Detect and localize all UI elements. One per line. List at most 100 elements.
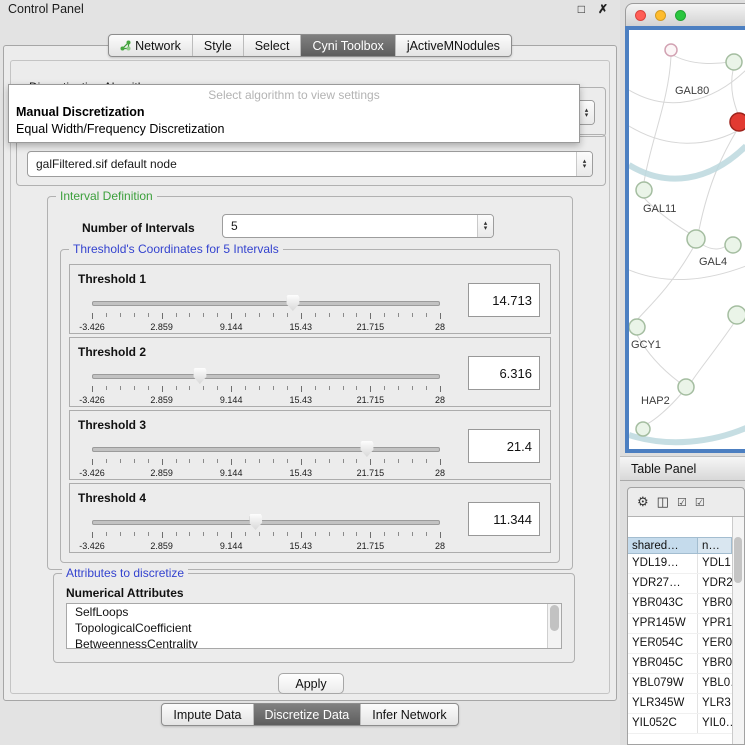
threshold-value-field[interactable]: 21.4 (468, 429, 540, 463)
algorithm-option[interactable]: Equal Width/Frequency Discretization (9, 121, 579, 138)
network-node-label: GAL4 (699, 256, 727, 268)
network-node[interactable] (725, 237, 741, 253)
network-node-label: GCY1 (631, 339, 661, 351)
tab-network[interactable]: Network (109, 35, 192, 56)
network-canvas[interactable]: GAL80GAL11GAL4GCY1HAP2 (629, 30, 745, 449)
select-columns-icon[interactable]: ☑ (695, 496, 705, 509)
threshold-value-field[interactable]: 14.713 (468, 283, 540, 317)
algorithm-option[interactable]: Manual Discretization (9, 104, 579, 121)
network-node[interactable] (726, 54, 742, 70)
threshold-panel: Threshold 1 -3.4262.8599.14415.4321.7152… (69, 264, 551, 334)
close-traffic-light[interactable] (635, 10, 646, 21)
close-icon[interactable]: ✗ (598, 2, 608, 16)
tab-label: Select (255, 39, 290, 53)
attribute-list-item[interactable]: TopologicalCoefficient (67, 620, 561, 636)
network-node[interactable] (728, 306, 745, 324)
slider-handle[interactable] (286, 295, 299, 311)
table-cell: YBR0… (698, 594, 732, 613)
slider-track[interactable] (92, 301, 440, 306)
slider-tick-labels: -3.4262.8599.14415.4321.71528 (92, 541, 440, 551)
network-node-label: GAL80 (675, 85, 709, 97)
network-node[interactable] (678, 379, 694, 395)
numerical-attributes-list[interactable]: SelfLoopsTopologicalCoefficientBetweenne… (66, 603, 562, 649)
threshold-value-field[interactable]: 11.344 (468, 502, 540, 536)
tab-infer-network[interactable]: Infer Network (360, 704, 457, 725)
network-edge (644, 56, 671, 182)
slider-handle[interactable] (249, 514, 262, 530)
attributes-scrollbar-thumb[interactable] (550, 605, 559, 631)
threshold-panel: Threshold 3 -3.4262.8599.14415.4321.7152… (69, 410, 551, 480)
apply-button[interactable]: Apply (278, 673, 344, 694)
algorithm-options: Manual DiscretizationEqual Width/Frequen… (9, 104, 579, 138)
combo-value: galFiltered.sif default node (36, 157, 576, 171)
network-node[interactable] (636, 422, 650, 436)
select-all-columns-icon[interactable]: ☑ (677, 496, 687, 509)
slider-handle[interactable] (360, 441, 373, 457)
slider-tick-labels: -3.4262.8599.14415.4321.71528 (92, 395, 440, 405)
table-row[interactable]: YBR045CYBR0… (628, 654, 732, 674)
columns-icon[interactable]: ◫ (657, 494, 669, 510)
network-node[interactable] (730, 113, 745, 131)
tab-select[interactable]: Select (243, 35, 301, 56)
control-panel-titlebar: Control Panel □ ✗ (0, 0, 618, 18)
combo-value: 5 (231, 219, 477, 233)
minimize-traffic-light[interactable] (655, 10, 666, 21)
table-row[interactable]: YBL079WYBL0… (628, 674, 732, 694)
undock-icon[interactable]: □ (578, 2, 585, 16)
network-node[interactable] (629, 319, 645, 335)
network-node[interactable] (665, 44, 677, 56)
table-panel-window: ⚙◫☑☑ shared…n… YDL19…YDL1…YDR27…YDR2…YBR… (627, 487, 745, 745)
network-node-label: GAL11 (643, 203, 676, 215)
slider-ticks (92, 386, 440, 393)
table-row[interactable]: YIL052CYIL0… (628, 714, 732, 734)
combo-spinner-icon[interactable]: ▴▾ (477, 215, 493, 237)
attributes-scrollbar[interactable] (547, 604, 561, 648)
gear-icon[interactable]: ⚙ (637, 494, 649, 510)
number-of-intervals-combobox[interactable]: 5 ▴▾ (222, 214, 494, 238)
table-row[interactable]: YPR145WYPR1… (628, 614, 732, 634)
column-header[interactable]: shared… (628, 537, 698, 554)
slider-handle[interactable] (193, 368, 206, 384)
slider-ticks (92, 459, 440, 466)
threshold-label: Threshold 4 (78, 491, 146, 505)
panel-title: Control Panel (8, 2, 84, 16)
top-tab-row: NetworkStyle Select Cyni ToolboxjActiveMNo… (0, 34, 620, 57)
network-edge (703, 245, 726, 249)
threshold-slider[interactable]: -3.4262.8599.14415.4321.71528 (92, 441, 440, 479)
table-data-combobox[interactable]: galFiltered.sif default node ▴▾ (27, 151, 593, 177)
tab-style[interactable]: Style (192, 35, 243, 56)
table-scrollbar[interactable] (732, 517, 744, 744)
zoom-traffic-light[interactable] (675, 10, 686, 21)
threshold-slider[interactable]: -3.4262.8599.14415.4321.71528 (92, 295, 440, 333)
slider-track[interactable] (92, 520, 440, 525)
application-window: Control Panel □ ✗ NetworkStyle Select Cyni… (0, 0, 745, 745)
table-cell: YDL19… (628, 554, 698, 573)
network-edge (671, 54, 729, 64)
threshold-slider[interactable]: -3.4262.8599.14415.4321.71528 (92, 368, 440, 406)
slider-track[interactable] (92, 447, 440, 452)
table-row[interactable]: YDL19…YDL1… (628, 554, 732, 574)
attribute-list-item[interactable]: BetweennessCentrality (67, 636, 561, 649)
table-row[interactable]: YDR27…YDR2… (628, 574, 732, 594)
threshold-slider[interactable]: -3.4262.8599.14415.4321.71528 (92, 514, 440, 552)
network-view-window: GAL80GAL11GAL4GCY1HAP2 (625, 3, 745, 453)
combo-spinner-icon[interactable]: ▴▾ (576, 152, 592, 176)
threshold-value-field[interactable]: 6.316 (468, 356, 540, 390)
network-node[interactable] (636, 182, 652, 198)
network-window-titlebar[interactable] (625, 3, 745, 26)
slider-track[interactable] (92, 374, 440, 379)
table-scrollbar-thumb[interactable] (734, 537, 742, 583)
tab-impute-data[interactable]: Impute Data (162, 704, 252, 725)
network-node[interactable] (687, 230, 705, 248)
table-panel-title: Table Panel (631, 462, 696, 476)
attribute-list-item[interactable]: SelfLoops (67, 604, 561, 620)
tab-discretize-data[interactable]: Discretize Data (253, 704, 361, 725)
table-row[interactable]: YBR043CYBR0… (628, 594, 732, 614)
tab-jactivemnodules[interactable]: jActiveMNodules (395, 35, 511, 56)
table-row[interactable]: YLR345WYLR3… (628, 694, 732, 714)
combo-spinner-icon[interactable]: ▴▾ (578, 101, 594, 124)
table-cell: YBR0… (698, 654, 732, 673)
table-row[interactable]: YER054CYER0… (628, 634, 732, 654)
tab-cyni-toolbox[interactable]: Cyni Toolbox (300, 35, 394, 56)
column-header[interactable]: n… (698, 537, 732, 554)
